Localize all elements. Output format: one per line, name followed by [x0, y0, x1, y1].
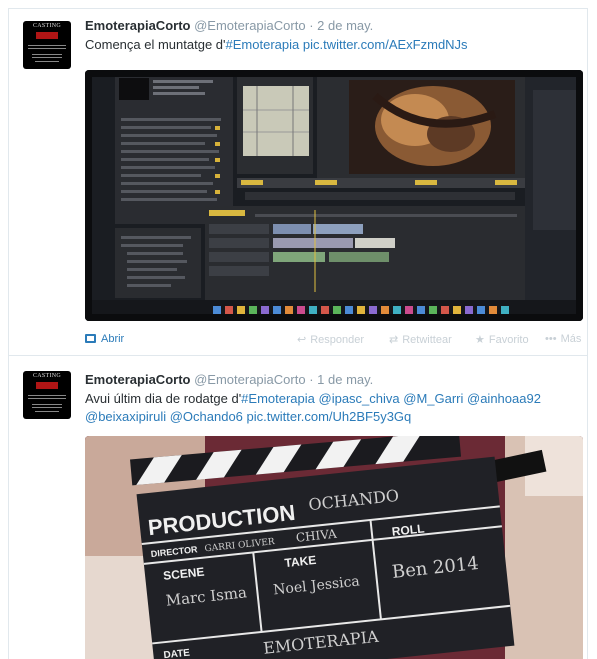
- tweet-header: EmoterapiaCorto @EmoterapiaCorto · 2 de …: [85, 18, 373, 33]
- user-handle[interactable]: @EmoterapiaCorto: [194, 18, 305, 33]
- clapper-date-label: DATE: [163, 648, 191, 659]
- open-label: Abrir: [101, 333, 125, 345]
- separator: ·: [309, 18, 314, 33]
- user-handle[interactable]: @EmoterapiaCorto: [194, 372, 305, 387]
- avatar-text-line: [28, 48, 66, 49]
- editor-screenshot-photo: [85, 70, 583, 321]
- favorite-label: Favorito: [488, 334, 529, 346]
- photo-icon: [85, 334, 96, 343]
- tweet-text-plain: Comença el muntatge d': [85, 37, 226, 52]
- more-icon: •••: [545, 333, 557, 345]
- avatar[interactable]: CASTING: [23, 21, 71, 69]
- more-button[interactable]: ••• Más: [545, 333, 581, 345]
- retweet-button[interactable]: ⇄ Retwittear: [389, 333, 452, 346]
- avatar-logo: CASTING: [32, 373, 62, 379]
- user-name[interactable]: EmoterapiaCorto: [85, 372, 190, 387]
- retweet-label: Retwittear: [402, 334, 452, 346]
- avatar-logo-bar: [36, 32, 58, 39]
- user-name[interactable]: EmoterapiaCorto: [85, 18, 190, 33]
- tweet[interactable]: CASTING EmoterapiaCorto @EmoterapiaCorto…: [9, 9, 587, 356]
- pic-link[interactable]: pic.twitter.com/AExFzmdNJs: [303, 37, 468, 52]
- tweet-text-plain: Avui últim dia de rodatge d': [85, 391, 242, 406]
- hashtag-link[interactable]: #Emoterapia: [226, 37, 300, 52]
- tweet-actions: Abrir ↩ Responder ⇄ Retwittear ★ Favorito •…: [85, 333, 583, 349]
- mention-links-line1[interactable]: @ipasc_chiva @M_Garri @ainhoaa92: [319, 391, 541, 406]
- favorite-button[interactable]: ★ Favorito: [475, 333, 529, 346]
- reply-icon: ↩: [297, 334, 307, 346]
- separator: ·: [309, 372, 314, 387]
- tweet-media-editor-photo[interactable]: [85, 70, 583, 321]
- more-label: Más: [560, 333, 582, 345]
- reply-label: Responder: [310, 334, 365, 346]
- tweet-media-clapperboard-photo[interactable]: PRODUCTION OCHANDO DIRECTOR GARRI OLIVER…: [85, 436, 583, 659]
- avatar-text-line: [28, 45, 66, 46]
- avatar-logo-bar: [36, 382, 58, 389]
- hashtag-link[interactable]: #Emoterapia: [241, 391, 315, 406]
- avatar-text-line: [35, 411, 59, 412]
- avatar-text-line: [32, 404, 62, 405]
- tweet-text: Comença el muntatge d'#Emoterapia pic.tw…: [85, 36, 581, 54]
- avatar-logo: CASTING: [32, 23, 62, 29]
- tweet-date[interactable]: 1 de may.: [317, 372, 373, 387]
- pic-link[interactable]: pic.twitter.com/Uh2BF5y3Gq: [247, 409, 412, 424]
- open-button[interactable]: Abrir: [85, 333, 124, 345]
- retweet-icon: ⇄: [389, 334, 399, 346]
- tweet-header: EmoterapiaCorto @EmoterapiaCorto · 1 de …: [85, 372, 373, 387]
- star-icon: ★: [475, 334, 485, 346]
- avatar-text-line: [35, 61, 59, 62]
- tweet[interactable]: CASTING EmoterapiaCorto @EmoterapiaCorto…: [9, 357, 587, 659]
- mention-links-line2[interactable]: @beixaxipiruli @Ochando6: [85, 409, 243, 424]
- avatar-text-line: [28, 395, 66, 396]
- clapperboard-photo: PRODUCTION OCHANDO DIRECTOR GARRI OLIVER…: [85, 436, 583, 659]
- timeline: CASTING EmoterapiaCorto @EmoterapiaCorto…: [8, 8, 588, 659]
- reply-button[interactable]: ↩ Responder: [297, 333, 364, 346]
- tweet-text: Avui últim dia de rodatge d'#Emoterapia …: [85, 390, 581, 426]
- avatar-text-line: [32, 57, 62, 58]
- avatar-text-line: [32, 407, 62, 408]
- avatar-text-line: [28, 398, 66, 399]
- tweet-date[interactable]: 2 de may.: [317, 18, 373, 33]
- avatar-text-line: [32, 54, 62, 55]
- avatar[interactable]: CASTING: [23, 371, 71, 419]
